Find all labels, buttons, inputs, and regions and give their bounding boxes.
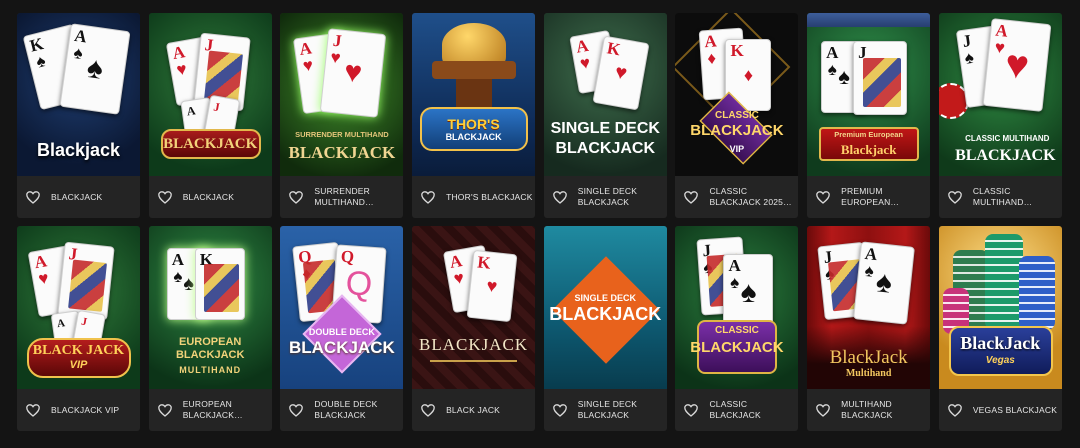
game-title: EUROPEAN BLACKJACK… <box>182 399 243 420</box>
heart-outline-icon[interactable] <box>947 402 963 418</box>
game-tile[interactable]: J ♠ A ♥ ♥ CLASSIC MULTIHAND BLACKJACK CLASS… <box>938 13 1062 218</box>
game-logo: BLACKJACK <box>690 122 784 139</box>
game-title: BLACKJACK <box>182 191 235 202</box>
game-subtitle: Premium European <box>834 130 904 139</box>
heart-outline-icon[interactable] <box>947 189 963 205</box>
game-thumbnail[interactable]: A ♥ J ♥ ♥ SURRENDER MULTIHAND BLACKJACK <box>280 13 404 176</box>
heart-outline-icon[interactable] <box>683 189 699 205</box>
game-tile[interactable]: A ♥ J A J BLACKJACK BLACKJACK <box>148 13 272 218</box>
game-logo: BLACKJACK <box>288 338 395 357</box>
game-thumbnail[interactable]: THOR'S BLACKJACK <box>412 13 536 176</box>
game-logo: BLACKJACK <box>288 143 396 162</box>
game-title: THOR'S BLACKJACK <box>446 191 533 202</box>
game-tile[interactable]: J♠ A♠♠ CLASSIC BLACKJACK CLASSIC BLACKJA… <box>675 226 799 431</box>
heart-outline-icon[interactable] <box>420 402 436 418</box>
game-logo: BlackJack <box>829 347 908 368</box>
game-logo: BLACKJACK <box>549 304 662 324</box>
game-tile[interactable]: Q♦ QQ DOUBLE DECK BLACKJACK DOUBLE DECK … <box>280 226 404 431</box>
game-subtitle: CLASSIC MULTIHAND <box>965 134 1050 143</box>
game-thumbnail[interactable]: K ♠ A ♠ ♠ Blackjack <box>17 13 140 176</box>
game-thumbnail[interactable]: BlackJack Vegas <box>938 226 1062 389</box>
game-tile[interactable]: A ♠ ♠ J Premium European Blackjack PREMIUM… <box>807 13 931 218</box>
heart-outline-icon[interactable] <box>552 402 568 418</box>
game-logo: BLACKJACK <box>690 339 784 356</box>
game-grid: K ♠ A ♠ ♠ Blackjack BLACKJACK A ♥ J A J BLAC… <box>17 13 1062 431</box>
game-thumbnail[interactable]: Q♦ QQ DOUBLE DECK BLACKJACK <box>280 226 404 389</box>
game-title: SURRENDER MULTIHAND… <box>314 186 374 207</box>
game-thumbnail[interactable]: A ♥ J A J BLACKJACK <box>148 13 272 176</box>
heart-outline-icon[interactable] <box>683 402 699 418</box>
game-logo: SINGLE DECK <box>550 120 660 137</box>
heart-outline-icon[interactable] <box>815 189 831 205</box>
heart-outline-icon[interactable] <box>420 189 436 205</box>
game-tile[interactable]: K ♠ A ♠ ♠ Blackjack BLACKJACK <box>17 13 140 218</box>
heart-outline-icon[interactable] <box>288 402 304 418</box>
game-logo: BLACK JACK <box>32 343 125 358</box>
heart-outline-icon[interactable] <box>552 189 568 205</box>
game-tile[interactable]: A ♥ K ♥ BLACKJACK BLACK JACK <box>412 226 536 431</box>
game-tile[interactable]: BlackJack Vegas VEGAS BLACKJACK <box>938 226 1062 431</box>
game-logo: BLACKJACK <box>955 147 1056 164</box>
game-title: DOUBLE DECK BLACKJACK <box>314 399 378 420</box>
game-tile[interactable]: SINGLE DECK BLACKJACK SINGLE DECK BLACKJ… <box>543 226 667 431</box>
game-title: CLASSIC BLACKJACK <box>709 399 761 420</box>
game-logo: EUROPEAN BLACKJACK <box>175 336 245 361</box>
game-thumbnail[interactable]: A ♠ ♠ K EUROPEAN BLACKJACK MULTIHAND <box>148 226 272 389</box>
game-thumbnail[interactable]: A ♥ K ♥ SINGLE DECK BLACKJACK <box>543 13 667 176</box>
game-subtitle: Multihand <box>845 368 892 379</box>
heart-outline-icon[interactable] <box>157 189 173 205</box>
game-tile[interactable]: J♠ A♠♠ BlackJack Multihand MULTIHAND BLA… <box>807 226 931 431</box>
game-tile[interactable]: A ♠ ♠ K EUROPEAN BLACKJACK MULTIHAND EUROP… <box>148 226 272 431</box>
game-subtitle: Vegas <box>985 355 1015 366</box>
game-title: SINGLE DECK BLACKJACK <box>577 186 638 207</box>
game-title: VEGAS BLACKJACK <box>972 404 1058 415</box>
game-tile[interactable]: A ♥ J A J BLACK JACK VIP BLACKJACK VIP <box>17 226 140 431</box>
game-logo: BlackJack <box>960 333 1041 353</box>
game-thumbnail[interactable]: A ♠ ♠ J Premium European Blackjack <box>807 13 931 176</box>
heart-outline-icon[interactable] <box>815 402 831 418</box>
game-subtitle: VIP <box>69 359 88 371</box>
game-subtitle: DOUBLE DECK <box>308 327 375 337</box>
game-title: CLASSIC BLACKJACK 2025… <box>709 186 792 207</box>
game-title: PREMIUM EUROPEAN… <box>841 186 900 207</box>
game-logo: Blackjack <box>36 140 121 160</box>
game-thumbnail[interactable]: A ♦ K ♦ CLASSIC BLACKJACK VIP <box>675 13 799 176</box>
game-subtitle: CLASSIC <box>714 110 759 121</box>
game-subtitle: BLACKJACK <box>445 132 502 142</box>
game-logo: Blackjack <box>840 142 897 157</box>
game-title: MULTIHAND BLACKJACK <box>841 399 893 420</box>
game-tile[interactable]: A ♥ K ♥ SINGLE DECK BLACKJACK SINGLE DECK … <box>543 13 667 218</box>
game-title: BLACKJACK <box>51 191 103 202</box>
heart-outline-icon[interactable] <box>25 402 41 418</box>
game-title: SINGLE DECK BLACKJACK <box>577 399 638 420</box>
heart-outline-icon[interactable] <box>157 402 173 418</box>
heart-outline-icon[interactable] <box>288 189 304 205</box>
game-logo: BLACKJACK <box>163 136 258 152</box>
game-tile[interactable]: A ♥ J ♥ ♥ SURRENDER MULTIHAND BLACKJACK SUR… <box>280 13 404 218</box>
game-thumbnail[interactable]: J ♠ A ♥ ♥ CLASSIC MULTIHAND BLACKJACK <box>938 13 1062 176</box>
game-badge: VIP <box>729 144 745 154</box>
game-title: BLACKJACK VIP <box>51 404 120 415</box>
game-subtitle: BLACKJACK <box>555 140 656 157</box>
game-tile[interactable]: THOR'S BLACKJACK THOR'S BLACKJACK <box>412 13 536 218</box>
game-logo: THOR'S <box>447 116 500 132</box>
heart-outline-icon[interactable] <box>25 189 41 205</box>
game-subtitle: MULTIHAND <box>179 365 242 375</box>
game-thumbnail[interactable]: SINGLE DECK BLACKJACK <box>543 226 667 389</box>
game-thumbnail[interactable]: A ♥ K ♥ BLACKJACK <box>412 226 536 389</box>
game-subtitle: SURRENDER MULTIHAND <box>295 130 389 139</box>
game-thumbnail[interactable]: J♠ A♠♠ BlackJack Multihand <box>807 226 931 389</box>
game-tile[interactable]: A ♦ K ♦ CLASSIC BLACKJACK VIP CLASSIC BLAC… <box>675 13 799 218</box>
game-subtitle: SINGLE DECK <box>574 293 636 303</box>
game-thumbnail[interactable]: J♠ A♠♠ CLASSIC BLACKJACK <box>675 226 799 389</box>
game-title: CLASSIC MULTIHAND… <box>972 186 1033 207</box>
game-title: BLACK JACK <box>446 404 501 415</box>
game-thumbnail[interactable]: A ♥ J A J BLACK JACK VIP <box>17 226 140 389</box>
game-subtitle: CLASSIC <box>714 325 759 336</box>
game-logo: BLACKJACK <box>419 335 529 354</box>
